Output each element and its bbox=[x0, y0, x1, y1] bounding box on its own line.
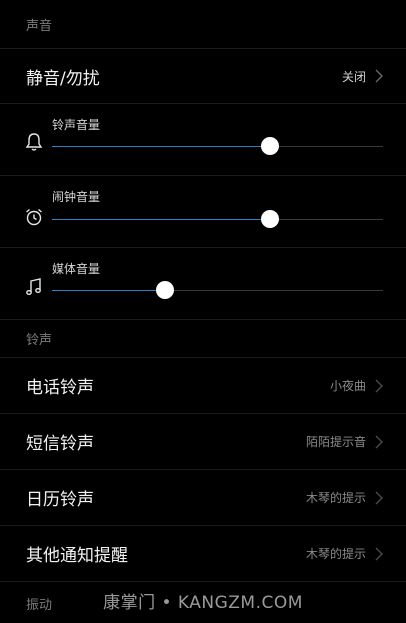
chevron-right-icon bbox=[375, 491, 383, 504]
dnd-label: 静音/勿扰 bbox=[26, 68, 100, 89]
sms-ringtone-right: 陌陌提示音 bbox=[306, 433, 384, 450]
calendar-ringtone-right: 木琴的提示 bbox=[306, 489, 384, 506]
alarm-volume-thumb[interactable] bbox=[261, 210, 280, 228]
ring-volume-row: 铃声音量 bbox=[0, 103, 406, 175]
alarm-volume-fill bbox=[52, 219, 271, 220]
calendar-ringtone-row[interactable]: 日历铃声 木琴的提示 bbox=[0, 469, 406, 525]
ring-volume-slider[interactable] bbox=[52, 137, 383, 155]
sms-ringtone-label: 短信铃声 bbox=[26, 434, 94, 454]
chevron-right-icon bbox=[375, 69, 383, 83]
calendar-ringtone-value: 木琴的提示 bbox=[305, 491, 366, 505]
dnd-right: 关闭 bbox=[342, 68, 384, 85]
alarm-clock-icon bbox=[26, 208, 42, 226]
alarm-volume-row: 闹钟音量 bbox=[0, 175, 406, 247]
chevron-right-icon bbox=[375, 379, 383, 392]
ring-volume-fill bbox=[52, 146, 271, 147]
calendar-ringtone-label: 日历铃声 bbox=[26, 490, 94, 510]
sound-settings-page: 声音 静音/勿扰 关闭 铃声音量 闹钟音量 媒体音量 铃声 电话铃声 小夜曲 短… bbox=[0, 0, 406, 623]
section-header-sound-label: 声音 bbox=[26, 18, 53, 34]
media-volume-thumb[interactable] bbox=[155, 281, 174, 299]
watermark: 康掌门 • KANGZM.COM bbox=[103, 593, 303, 613]
phone-ringtone-row[interactable]: 电话铃声 小夜曲 bbox=[0, 357, 406, 413]
other-notification-row[interactable]: 其他通知提醒 木琴的提示 bbox=[0, 525, 406, 581]
media-volume-slider[interactable] bbox=[52, 281, 383, 299]
other-notification-right: 木琴的提示 bbox=[306, 545, 384, 562]
sms-ringtone-row[interactable]: 短信铃声 陌陌提示音 bbox=[0, 413, 406, 469]
phone-ringtone-value: 小夜曲 bbox=[329, 379, 366, 393]
media-volume-label: 媒体音量 bbox=[52, 262, 101, 276]
chevron-right-icon bbox=[375, 547, 383, 560]
chevron-right-icon bbox=[375, 435, 383, 448]
media-volume-fill bbox=[52, 290, 165, 291]
music-note-icon bbox=[26, 278, 41, 295]
phone-ringtone-right: 小夜曲 bbox=[330, 377, 384, 394]
dnd-row[interactable]: 静音/勿扰 关闭 bbox=[0, 48, 406, 103]
other-notification-value: 木琴的提示 bbox=[305, 547, 366, 561]
section-header-ringtone-label: 铃声 bbox=[26, 333, 53, 348]
ring-volume-label: 铃声音量 bbox=[52, 118, 101, 132]
ring-volume-thumb[interactable] bbox=[261, 137, 280, 155]
other-notification-label: 其他通知提醒 bbox=[26, 546, 128, 566]
phone-ringtone-label: 电话铃声 bbox=[26, 378, 94, 398]
sms-ringtone-value: 陌陌提示音 bbox=[305, 435, 366, 449]
dnd-value: 关闭 bbox=[341, 69, 366, 84]
alarm-volume-label: 闹钟音量 bbox=[52, 190, 101, 204]
alarm-volume-slider[interactable] bbox=[52, 210, 383, 228]
bell-icon bbox=[25, 133, 43, 151]
section-header-ringtone: 铃声 bbox=[0, 319, 406, 357]
section-header-sound: 声音 bbox=[0, 0, 406, 48]
media-volume-row: 媒体音量 bbox=[0, 247, 406, 319]
